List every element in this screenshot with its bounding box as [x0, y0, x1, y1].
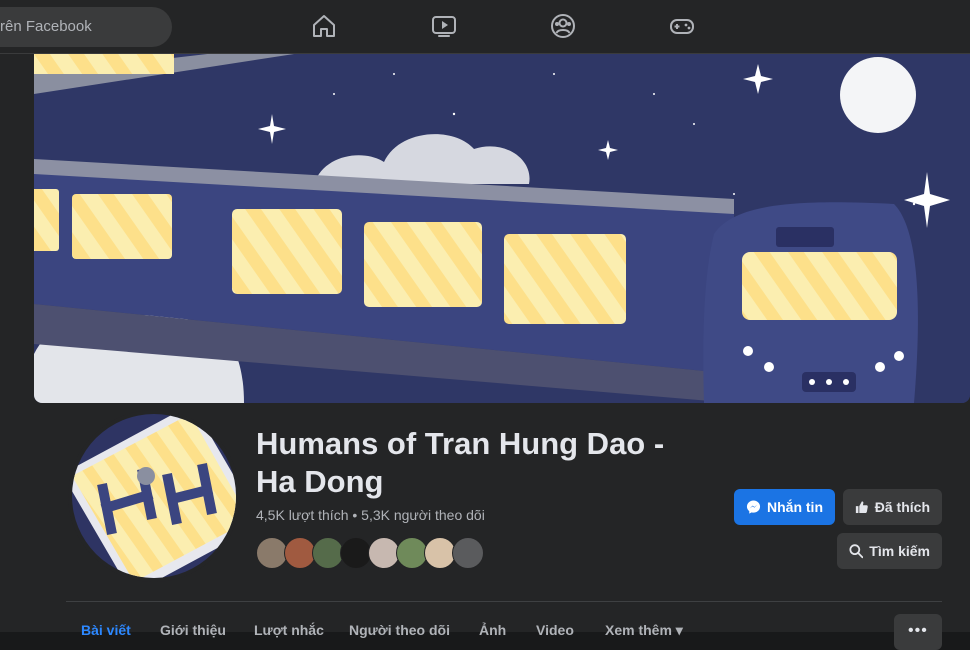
tab-mentions[interactable]: Lượt nhắc — [254, 622, 324, 638]
tab-photos[interactable]: Ảnh — [479, 622, 506, 638]
page-stats: 4,5K lượt thích • 5,3K người theo dõi — [256, 507, 485, 523]
friend-avatar[interactable] — [452, 537, 484, 569]
tab-videos[interactable]: Video — [536, 622, 574, 638]
header-divider — [66, 601, 942, 602]
search-placeholder: rên Facebook — [0, 18, 92, 35]
home-icon[interactable] — [310, 12, 338, 40]
top-navigation-bar: rên Facebook — [0, 0, 970, 54]
more-options-icon: ••• — [908, 622, 928, 639]
page-tabs: Bài viết Giới thiệu Lượt nhắc Người theo… — [66, 612, 942, 638]
page-search-button-label: Tìm kiếm — [869, 543, 930, 559]
search-input[interactable]: rên Facebook — [0, 7, 172, 47]
left-margin — [0, 54, 34, 632]
watch-icon[interactable] — [430, 12, 458, 40]
search-icon — [849, 544, 864, 559]
tab-more[interactable]: Xem thêm ▾ — [605, 622, 683, 639]
message-button[interactable]: Nhắn tin — [734, 489, 835, 525]
page-search-button[interactable]: Tìm kiếm — [837, 533, 942, 569]
tab-about[interactable]: Giới thiệu — [160, 622, 226, 638]
groups-icon[interactable] — [549, 12, 577, 40]
messenger-icon — [746, 500, 761, 514]
cover-photo[interactable] — [34, 54, 970, 403]
liked-button-label: Đã thích — [874, 499, 930, 515]
page-title: Humans of Tran Hung Dao - Ha Dong — [256, 426, 665, 499]
message-button-label: Nhắn tin — [767, 499, 823, 515]
liked-button[interactable]: Đã thích — [843, 489, 942, 525]
more-options-button[interactable]: ••• — [894, 614, 942, 650]
page-avatar[interactable] — [72, 414, 236, 578]
tab-posts[interactable]: Bài viết — [81, 622, 131, 638]
thumbs-up-icon — [855, 501, 868, 514]
gaming-icon[interactable] — [668, 12, 696, 40]
tab-followers[interactable]: Người theo dõi — [349, 622, 450, 638]
